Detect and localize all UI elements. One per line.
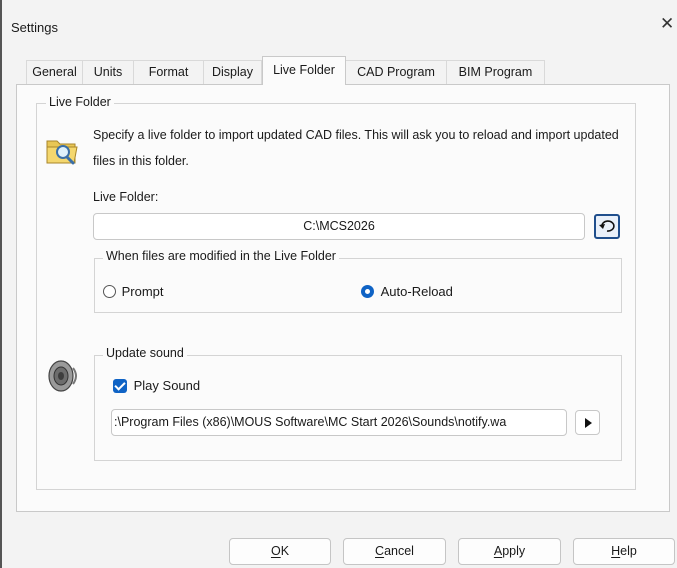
tab-cad-program[interactable]: CAD Program (346, 60, 447, 84)
play-sound-button[interactable] (575, 410, 600, 435)
live-folder-label: Live Folder: (93, 190, 159, 204)
reset-folder-button[interactable] (594, 214, 620, 239)
radio-auto-reload[interactable]: Auto-Reload (361, 283, 453, 299)
tab-units[interactable]: Units (83, 60, 134, 84)
apply-button[interactable]: Apply (458, 538, 561, 565)
modified-group (94, 258, 622, 313)
update-sound-group (94, 355, 622, 461)
play-sound-label: Play Sound (133, 378, 201, 394)
window-title: Settings (11, 20, 58, 35)
sound-path-input[interactable]: :\Program Files (x86)\MOUS Software\MC S… (111, 409, 567, 436)
folder-search-icon (44, 132, 80, 168)
update-sound-group-title: Update sound (103, 346, 187, 360)
help-button[interactable]: Help (573, 538, 675, 565)
ok-button-mnemonic: O (270, 544, 281, 558)
radio-prompt-circle[interactable] (103, 285, 116, 299)
radio-auto-reload-label: Auto-Reload (380, 284, 453, 300)
window-edge (0, 0, 2, 568)
live-folder-group-title: Live Folder (46, 95, 114, 109)
play-sound-checkbox[interactable]: Play Sound (113, 377, 200, 393)
ok-button-label: K (280, 544, 290, 558)
cancel-button-label: ancel (384, 544, 414, 558)
radio-prompt-label: Prompt (121, 284, 164, 300)
modified-group-title: When files are modified in the Live Fold… (103, 249, 339, 263)
radio-prompt[interactable]: Prompt (103, 283, 164, 299)
help-button-mnemonic: H (611, 544, 621, 558)
live-folder-input[interactable]: C:\MCS2026 (93, 213, 585, 240)
tab-bim-program[interactable]: BIM Program (447, 60, 545, 84)
radio-auto-reload-circle[interactable] (361, 285, 374, 299)
tab-general[interactable]: General (26, 60, 83, 84)
close-icon[interactable]: ✕ (660, 14, 674, 34)
tab-format[interactable]: Format (134, 60, 204, 84)
apply-button-label: pply (502, 544, 526, 558)
cancel-button-mnemonic: C (375, 544, 385, 558)
play-sound-check-box[interactable] (113, 378, 127, 393)
live-folder-description: Specify a live folder to import updated … (93, 128, 619, 168)
ok-button[interactable]: OK (229, 538, 331, 565)
tab-display[interactable]: Display (204, 60, 262, 84)
apply-button-mnemonic: A (493, 544, 503, 558)
tab-live-folder[interactable]: Live Folder (262, 56, 346, 85)
cancel-button[interactable]: Cancel (343, 538, 446, 565)
undo-icon (599, 220, 615, 232)
help-button-label: elp (620, 544, 637, 558)
speaker-icon (44, 356, 82, 396)
